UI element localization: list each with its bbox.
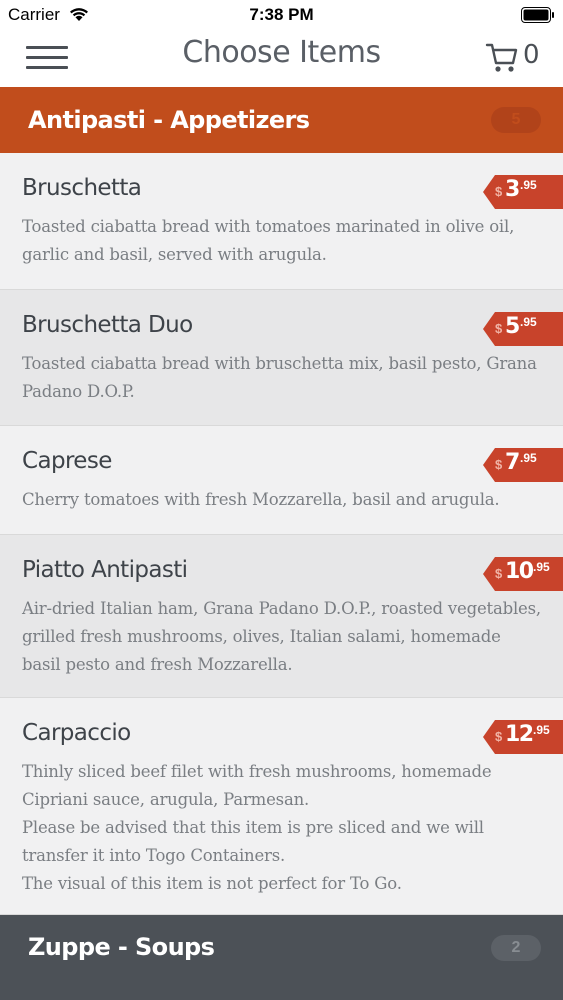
- section-header-soups[interactable]: Zuppe - Soups 2: [0, 915, 563, 1000]
- item-description: Toasted ciabatta bread with tomatoes mar…: [22, 217, 515, 264]
- item-name: Bruschetta: [22, 175, 142, 201]
- section-count-badge: 2: [491, 935, 541, 961]
- cart-button[interactable]: 0: [485, 38, 545, 78]
- menu-item-bruschetta[interactable]: Bruschetta $ 3 .95 Toasted ciabatta brea…: [0, 153, 563, 290]
- price-currency: $: [495, 566, 503, 581]
- item-description: Toasted ciabatta bread with bruschetta m…: [22, 354, 537, 401]
- price-cents: .95: [533, 723, 550, 737]
- item-description: Cherry tomatoes with fresh Mozzarella, b…: [22, 490, 500, 509]
- nav-bar: Choose Items 0: [0, 30, 563, 87]
- item-name: Bruschetta Duo: [22, 312, 193, 338]
- price-cents: .95: [520, 178, 537, 192]
- menu-item-piatto-antipasti[interactable]: Piatto Antipasti $ 10 .95 Air-dried Ital…: [0, 535, 563, 698]
- section-count-badge: 5: [491, 107, 541, 133]
- price-dollars: 5: [505, 314, 520, 339]
- item-name: Caprese: [22, 448, 112, 474]
- price-dollars: 12: [505, 722, 534, 747]
- price-cents: .95: [533, 560, 550, 574]
- price-dollars: 10: [505, 559, 534, 584]
- price-currency: $: [495, 729, 503, 744]
- menu-item-bruschetta-duo[interactable]: Bruschetta Duo $ 5 .95 Toasted ciabatta …: [0, 290, 563, 426]
- price-tag: $ 10 .95: [483, 557, 563, 591]
- price-dollars: 7: [505, 450, 520, 475]
- price-currency: $: [495, 184, 503, 199]
- menu-item-carpaccio[interactable]: Carpaccio $ 12 .95 Thinly sliced beef fi…: [0, 698, 563, 915]
- price-cents: .95: [520, 451, 537, 465]
- status-time: 7:38 PM: [249, 5, 314, 24]
- item-description: Thinly sliced beef filet with fresh mush…: [22, 762, 492, 893]
- price-cents: .95: [520, 315, 537, 329]
- price-currency: $: [495, 457, 503, 472]
- section-title: Antipasti - Appetizers: [28, 106, 310, 134]
- price-tag: $ 7 .95: [483, 448, 563, 482]
- price-tag: $ 3 .95: [483, 175, 563, 209]
- page-title: Choose Items: [182, 35, 381, 70]
- item-name: Carpaccio: [22, 720, 131, 746]
- section-title: Zuppe - Soups: [28, 933, 215, 961]
- item-name: Piatto Antipasti: [22, 557, 188, 583]
- price-tag: $ 5 .95: [483, 312, 563, 346]
- battery-icon: [521, 7, 554, 23]
- price-tag: $ 12 .95: [483, 720, 563, 754]
- cart-count: 0: [523, 40, 540, 70]
- menu-item-caprese[interactable]: Caprese $ 7 .95 Cherry tomatoes with fre…: [0, 426, 563, 535]
- status-bar: Carrier 7:38 PM: [0, 0, 563, 30]
- shopping-cart-icon: [485, 43, 518, 72]
- price-dollars: 3: [505, 177, 520, 202]
- section-header-appetizers[interactable]: Antipasti - Appetizers 5: [0, 87, 563, 153]
- price-currency: $: [495, 321, 503, 336]
- item-description: Air-dried Italian ham, Grana Padano D.O.…: [22, 599, 541, 674]
